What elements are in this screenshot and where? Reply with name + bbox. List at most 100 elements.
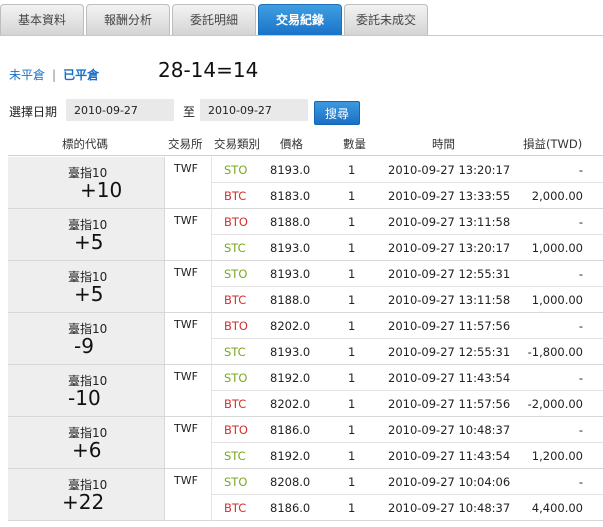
table-row: BTO 8202.0 1 2010-09-27 11:57:56 - xyxy=(211,313,603,339)
trade-qty: 1 xyxy=(348,371,356,385)
trade-time: 2010-09-27 11:57:56 xyxy=(388,319,511,333)
trade-pnl: -2,000.00 xyxy=(527,397,583,411)
trade-price: 8193.0 xyxy=(270,345,311,359)
trade-price: 8188.0 xyxy=(270,215,311,229)
table-row: BTC 8186.0 1 2010-09-27 10:48:37 4,400.0… xyxy=(211,495,603,521)
net-points: +22 xyxy=(62,490,105,514)
trade-qty: 1 xyxy=(348,319,356,333)
trade-price: 8186.0 xyxy=(270,501,311,515)
exchange-cell: TWF xyxy=(174,266,198,279)
trade-price: 8193.0 xyxy=(270,163,311,177)
table-row: BTC 8188.0 1 2010-09-27 13:11:58 1,000.0… xyxy=(211,287,603,313)
trade-type: STO xyxy=(224,371,248,385)
net-points: +5 xyxy=(74,230,104,254)
symbol-cell: 臺指10 +22 xyxy=(8,469,165,520)
table-row: STC 8192.0 1 2010-09-27 11:43:54 1,200.0… xyxy=(211,443,603,469)
symbol-cell: 臺指10 -10 xyxy=(8,365,165,416)
table-row: STO 8193.0 1 2010-09-27 12:55:31 - xyxy=(211,261,603,287)
exchange-cell: TWF xyxy=(174,474,198,487)
trade-pnl: - xyxy=(578,267,583,281)
trade-type: STO xyxy=(224,163,248,177)
trade-price: 8208.0 xyxy=(270,475,311,489)
open-positions-link[interactable]: 未平倉 xyxy=(9,68,45,82)
date-to-label: 至 xyxy=(183,105,196,119)
trade-time: 2010-09-27 13:20:17 xyxy=(388,163,511,177)
table-row: BTO 8188.0 1 2010-09-27 13:11:58 - xyxy=(211,209,603,235)
col-price: 價格 xyxy=(280,137,303,151)
closed-positions-link[interactable]: 已平倉 xyxy=(63,68,99,82)
search-button[interactable]: 搜尋 xyxy=(314,101,360,125)
trade-price: 8193.0 xyxy=(270,267,311,281)
table-row: BTC 8202.0 1 2010-09-27 11:57:56 -2,000.… xyxy=(211,391,603,417)
date-from-input[interactable] xyxy=(66,99,174,121)
summary-total: 28-14=14 xyxy=(158,58,259,82)
table-row: BTC 8183.0 1 2010-09-27 13:33:55 2,000.0… xyxy=(211,183,603,209)
trade-pnl: 1,000.00 xyxy=(531,241,583,255)
trade-qty: 1 xyxy=(348,189,356,203)
symbol-cell: 臺指10 +5 xyxy=(8,261,165,312)
table-row: STC 8193.0 1 2010-09-27 13:20:17 1,000.0… xyxy=(211,235,603,261)
trade-group: 臺指10 +6 TWF BTO 8186.0 1 2010-09-27 10:4… xyxy=(8,417,603,469)
trade-price: 8183.0 xyxy=(270,189,311,203)
table-row: STO 8208.0 1 2010-09-27 10:04:06 - xyxy=(211,469,603,495)
trade-time: 2010-09-27 10:48:37 xyxy=(388,501,511,515)
symbol-cell: 臺指10 -9 xyxy=(8,313,165,364)
exchange-cell: TWF xyxy=(174,162,198,175)
trade-pnl: - xyxy=(578,319,583,333)
trade-time: 2010-09-27 13:33:55 xyxy=(388,189,511,203)
net-points: -10 xyxy=(68,386,101,410)
table-row: BTO 8186.0 1 2010-09-27 10:48:37 - xyxy=(211,417,603,443)
trade-price: 8202.0 xyxy=(270,319,311,333)
trade-pnl: 1,000.00 xyxy=(531,293,583,307)
trade-time: 2010-09-27 12:55:31 xyxy=(388,345,511,359)
trade-type: BTC xyxy=(224,397,247,411)
tab-unfilled-orders[interactable]: 委託未成交 xyxy=(344,4,428,35)
col-exchange: 交易所 xyxy=(168,137,203,151)
trade-qty: 1 xyxy=(348,449,356,463)
trade-time: 2010-09-27 11:43:54 xyxy=(388,371,511,385)
trade-time: 2010-09-27 13:11:58 xyxy=(388,215,511,229)
net-points: +10 xyxy=(80,178,123,202)
trade-type: STC xyxy=(224,345,246,359)
trade-qty: 1 xyxy=(348,397,356,411)
trade-price: 8192.0 xyxy=(270,371,311,385)
trade-time: 2010-09-27 10:48:37 xyxy=(388,423,511,437)
trade-qty: 1 xyxy=(348,241,356,255)
trade-type: STC xyxy=(224,449,246,463)
col-pnl: 損益(TWD) xyxy=(523,137,583,151)
trade-group: 臺指10 +5 TWF STO 8193.0 1 2010-09-27 12:5… xyxy=(8,261,603,313)
table-header: 標的代碼 交易所 交易類別 價格 數量 時間 損益(TWD) xyxy=(8,132,603,156)
trade-pnl: - xyxy=(578,371,583,385)
col-trade-type: 交易類別 xyxy=(214,137,260,151)
tab-basic-info[interactable]: 基本資料 xyxy=(0,4,84,35)
trade-group: 臺指10 -10 TWF STO 8192.0 1 2010-09-27 11:… xyxy=(8,365,603,417)
exchange-cell: TWF xyxy=(174,422,198,435)
trade-type: STC xyxy=(224,241,246,255)
tab-order-details[interactable]: 委託明細 xyxy=(172,4,256,35)
trade-type: BTO xyxy=(224,423,248,437)
trade-group: 臺指10 -9 TWF BTO 8202.0 1 2010-09-27 11:5… xyxy=(8,313,603,365)
date-label: 選擇日期 xyxy=(9,105,58,119)
exchange-cell: TWF xyxy=(174,318,198,331)
trade-pnl: 4,400.00 xyxy=(531,501,583,515)
trade-time: 2010-09-27 13:11:58 xyxy=(388,293,511,307)
net-points: +5 xyxy=(74,282,104,306)
trade-pnl: 2,000.00 xyxy=(531,189,583,203)
exchange-cell: TWF xyxy=(174,370,198,383)
tab-trade-records[interactable]: 交易紀錄 xyxy=(258,4,342,35)
col-symbol: 標的代碼 xyxy=(62,137,108,151)
trade-qty: 1 xyxy=(348,163,356,177)
trade-type: STO xyxy=(224,475,248,489)
symbol-cell: 臺指10 +6 xyxy=(8,417,165,468)
tab-return-analysis[interactable]: 報酬分析 xyxy=(86,4,170,35)
trade-type: BTO xyxy=(224,215,248,229)
table-row: STO 8193.0 1 2010-09-27 13:20:17 - xyxy=(211,157,603,183)
trade-time: 2010-09-27 12:55:31 xyxy=(388,267,511,281)
trade-price: 8188.0 xyxy=(270,293,311,307)
position-filter: 未平倉 | 已平倉 xyxy=(9,66,99,83)
trade-pnl: -1,800.00 xyxy=(527,345,583,359)
date-to-input[interactable] xyxy=(200,99,308,121)
filter-separator: | xyxy=(52,68,57,82)
trade-price: 8186.0 xyxy=(270,423,311,437)
trade-time: 2010-09-27 11:57:56 xyxy=(388,397,511,411)
